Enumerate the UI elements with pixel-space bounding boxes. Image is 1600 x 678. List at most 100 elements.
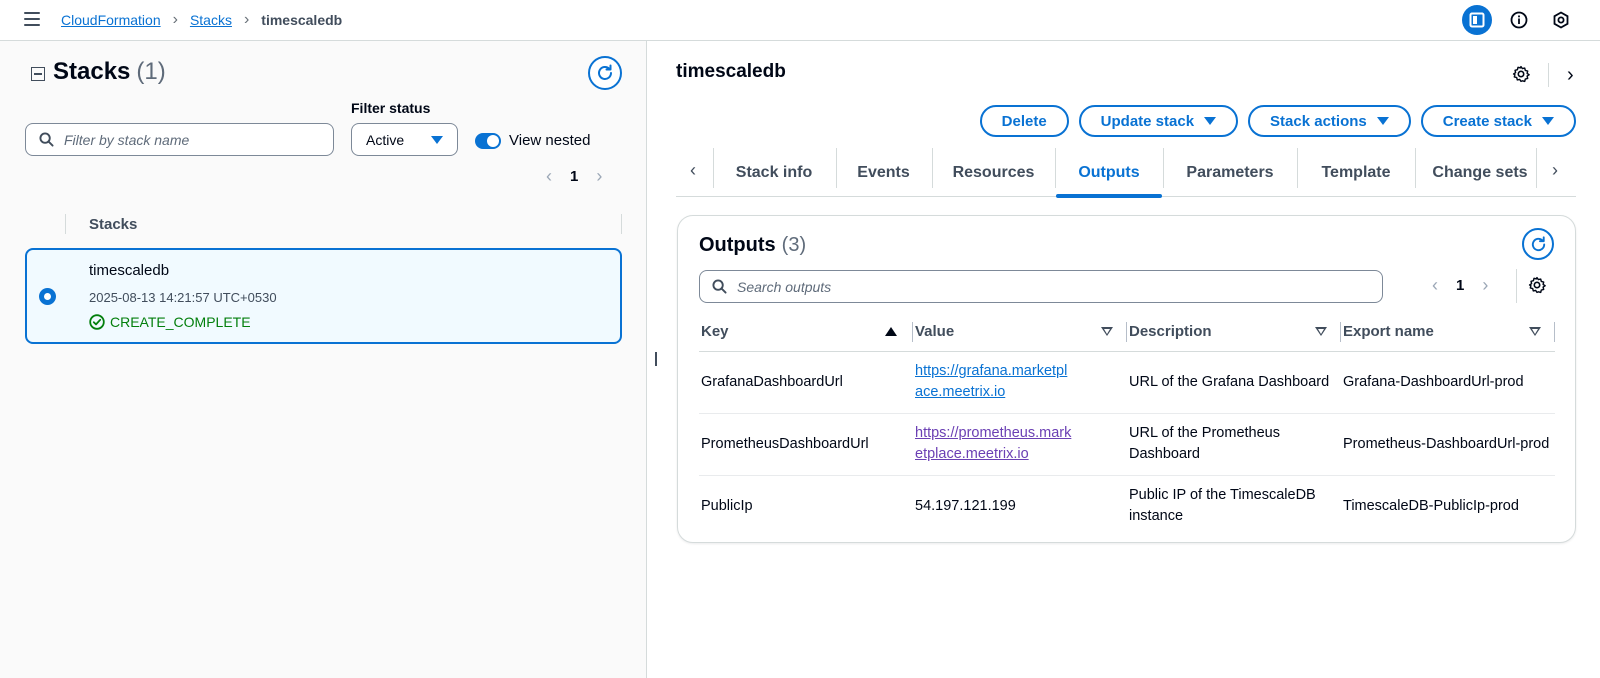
stack-name: timescaledb: [89, 262, 170, 279]
tab-divider: [1536, 148, 1537, 188]
refresh-icon: [598, 64, 612, 80]
stacks-panel: Stacks (1) Filter status Active View nes…: [0, 41, 647, 678]
stack-status-text: CREATE_COMPLETE: [110, 314, 251, 330]
menu-icon[interactable]: [24, 12, 40, 26]
info-icon[interactable]: [1504, 5, 1534, 35]
filter-status-value: Active: [366, 131, 405, 148]
tab-resources[interactable]: Resources: [933, 148, 1054, 197]
chevron-right-icon[interactable]: ›: [1567, 65, 1574, 85]
update-stack-label: Update stack: [1100, 112, 1195, 130]
caret-down-icon: [1376, 117, 1389, 125]
tab-change-sets[interactable]: Change sets: [1416, 148, 1544, 197]
stack-action-buttons: Delete Update stack Stack actions Create…: [979, 105, 1576, 137]
outputs-container: Outputs (3) ‹ 1 › Key Value Description …: [677, 215, 1576, 543]
next-page-icon[interactable]: ›: [596, 166, 602, 187]
output-value: 54.197.121.199: [915, 497, 1016, 514]
tab-outputs[interactable]: Outputs: [1056, 148, 1162, 198]
sort-icon: [1315, 327, 1327, 337]
search-icon: [39, 132, 54, 147]
gear-icon[interactable]: [1512, 65, 1530, 86]
tabs-scroll-right-icon[interactable]: ›: [1552, 160, 1558, 181]
chevron-right-icon: ›: [243, 11, 250, 28]
detail-header-icons: ›: [1512, 63, 1574, 87]
create-stack-label: Create stack: [1442, 112, 1532, 130]
caret-down-icon: [431, 135, 443, 144]
stacks-pagination: ‹ 1 ›: [546, 166, 602, 187]
success-check-icon: [89, 314, 105, 330]
tab-stack-info[interactable]: Stack info: [714, 148, 834, 197]
outputs-heading: Outputs (3): [699, 234, 806, 257]
output-description: Public IP of the TimescaleDB instance: [1129, 487, 1316, 525]
column-header-export-name[interactable]: Export name: [1341, 313, 1555, 352]
refresh-outputs-button[interactable]: [1522, 228, 1554, 260]
filter-status-select[interactable]: Active: [351, 123, 458, 156]
outputs-title: Outputs: [699, 234, 776, 256]
stack-status: CREATE_COMPLETE: [89, 314, 251, 330]
stack-search-field[interactable]: [25, 123, 334, 156]
sort-icon: [1101, 327, 1113, 337]
column-description-label: Description: [1129, 323, 1212, 341]
panel-resize-handle[interactable]: [655, 352, 657, 366]
view-nested-label: View nested: [509, 132, 591, 149]
output-export-name: Prometheus-DashboardUrl-prod: [1341, 413, 1555, 476]
output-value-line: ace.meetrix.io: [915, 384, 1006, 400]
page-number[interactable]: 1: [1456, 277, 1464, 294]
breadcrumb-current: timescaledb: [261, 12, 343, 28]
tab-template[interactable]: Template: [1298, 148, 1414, 197]
output-key: PublicIp: [701, 497, 753, 514]
column-header-value[interactable]: Value: [913, 313, 1127, 352]
column-key-label: Key: [701, 323, 729, 341]
next-page-icon[interactable]: ›: [1482, 275, 1488, 296]
output-key: GrafanaDashboardUrl: [699, 351, 913, 414]
tab-events[interactable]: Events: [837, 148, 930, 197]
column-resizer[interactable]: [1554, 322, 1555, 342]
output-value-link[interactable]: https://grafana.marketpl ace.meetrix.io: [915, 363, 1067, 400]
update-stack-button[interactable]: Update stack: [1078, 105, 1239, 137]
stacks-column-header: Stacks: [25, 207, 622, 241]
split-panel-icon[interactable]: [1462, 5, 1492, 35]
output-value-link[interactable]: https://prometheus.mark etplace.meetrix.i…: [915, 425, 1071, 462]
table-row: PublicIp 54.197.121.199 Public IP of the…: [699, 475, 1555, 537]
breadcrumb: CloudFormation › Stacks › timescaledb: [61, 11, 342, 29]
detail-tabs: ‹ Stack info Events Resources Outputs Pa…: [676, 148, 1576, 198]
previous-page-icon[interactable]: ‹: [546, 166, 552, 187]
tabs-scroll-left-icon[interactable]: ‹: [690, 160, 696, 181]
column-value-label: Value: [915, 323, 955, 341]
column-divider: [65, 214, 66, 234]
outputs-search-input[interactable]: [737, 278, 1337, 295]
column-header-description[interactable]: Description: [1127, 313, 1341, 352]
page-number[interactable]: 1: [570, 168, 578, 185]
output-export-name: TimescaleDB-PublicIp-prod: [1343, 497, 1519, 514]
stack-actions-label: Stack actions: [1270, 112, 1367, 130]
delete-button[interactable]: Delete: [979, 105, 1069, 137]
stack-detail-title: timescaledb: [676, 61, 786, 82]
gear-icon[interactable]: [1528, 276, 1546, 297]
table-row: GrafanaDashboardUrl https://grafana.mark…: [699, 351, 1555, 414]
refresh-stacks-button[interactable]: [588, 56, 622, 90]
collapse-icon[interactable]: [31, 67, 45, 81]
stack-radio-button[interactable]: [39, 288, 56, 305]
output-value-line: https://grafana.marketpl: [915, 363, 1068, 379]
table-row: PrometheusDashboardUrl https://prometheu…: [699, 413, 1555, 476]
stack-row-selected[interactable]: timescaledb 2025-08-13 14:21:57 UTC+0530…: [25, 248, 622, 344]
outputs-count: (3): [781, 234, 807, 256]
outputs-search-field[interactable]: [699, 270, 1383, 303]
column-header-key[interactable]: Key: [699, 313, 913, 352]
stacks-column-label[interactable]: Stacks: [89, 216, 137, 233]
outputs-table: Key Value Description Export name Grafan…: [699, 313, 1555, 537]
stack-search-input[interactable]: [64, 131, 324, 148]
stack-created-time: 2025-08-13 14:21:57 UTC+0530: [89, 290, 277, 305]
previous-page-icon[interactable]: ‹: [1432, 275, 1438, 296]
view-nested-toggle[interactable]: [475, 133, 501, 149]
column-export-label: Export name: [1343, 323, 1434, 341]
stack-actions-button[interactable]: Stack actions: [1248, 105, 1411, 137]
create-stack-button[interactable]: Create stack: [1420, 105, 1576, 137]
hexagon-settings-icon[interactable]: [1546, 5, 1576, 35]
breadcrumb-cloudformation-link[interactable]: CloudFormation: [61, 12, 161, 28]
column-resizer[interactable]: [621, 214, 622, 234]
tab-parameters[interactable]: Parameters: [1164, 148, 1296, 197]
breadcrumb-stacks-link[interactable]: Stacks: [190, 12, 232, 28]
top-utility-icons: [1462, 5, 1576, 35]
output-description: URL of the Grafana Dashboard: [1127, 351, 1341, 414]
stacks-title: Stacks: [53, 58, 131, 85]
